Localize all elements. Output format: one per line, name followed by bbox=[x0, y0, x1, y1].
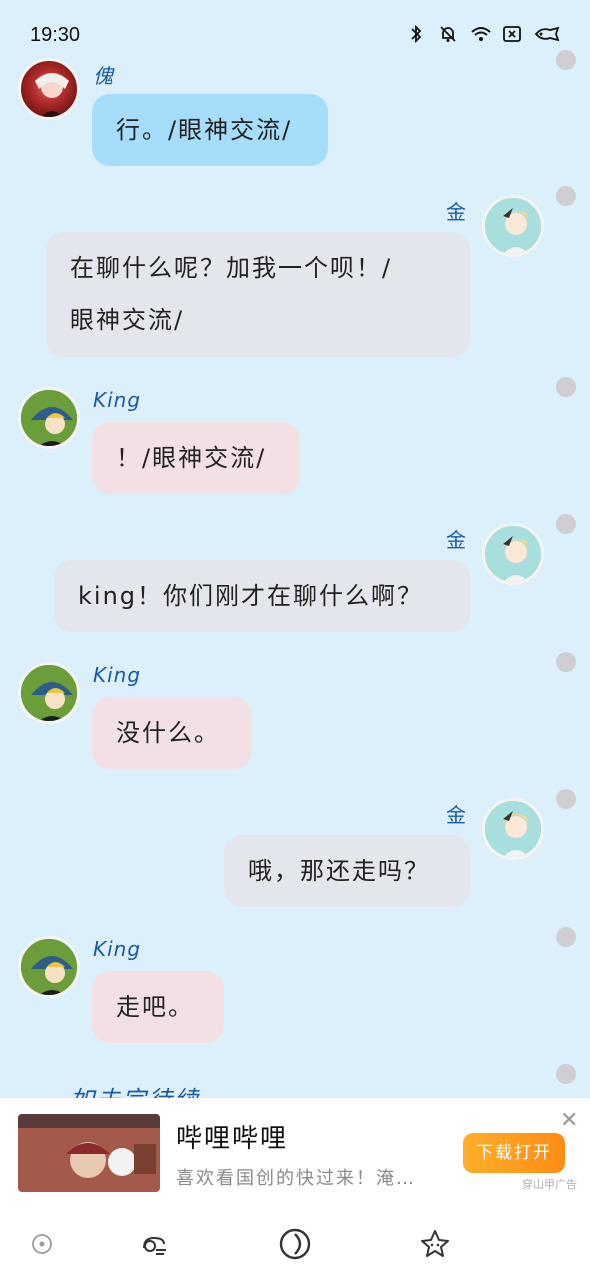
ad-tag: 穿山甲广告 bbox=[522, 1178, 577, 1191]
avatar[interactable] bbox=[482, 798, 544, 860]
side-dot[interactable] bbox=[556, 789, 576, 809]
message-bubble[interactable]: 在聊什么呢？加我一个呗！/ 眼神交流/ bbox=[46, 232, 470, 357]
side-dot[interactable] bbox=[556, 652, 576, 672]
ad-subtitle: 喜欢看国创的快过来！淹… bbox=[176, 1168, 416, 1189]
side-dot[interactable] bbox=[556, 377, 576, 397]
message-bubble[interactable]: 走吧。 bbox=[92, 971, 224, 1043]
message-bubble[interactable]: ！/眼神交流/ bbox=[92, 422, 300, 494]
avatar[interactable] bbox=[18, 387, 80, 449]
message-bubble[interactable]: king！你们刚才在聊什么啊？ bbox=[54, 560, 470, 632]
discover-icon[interactable] bbox=[277, 1226, 313, 1262]
side-dot[interactable] bbox=[556, 1064, 576, 1084]
sender-name: 金 bbox=[446, 803, 467, 827]
download-open-button[interactable]: 下载打开 bbox=[463, 1133, 565, 1173]
avatar[interactable] bbox=[18, 58, 80, 120]
home-dot-icon[interactable] bbox=[24, 1226, 60, 1262]
ad-thumbnail[interactable] bbox=[18, 1114, 160, 1192]
wifi-icon bbox=[470, 24, 491, 44]
chat-icon[interactable] bbox=[136, 1226, 172, 1262]
message-bubble[interactable]: 没什么。 bbox=[92, 697, 252, 769]
avatar[interactable] bbox=[18, 936, 80, 998]
sender-name: King bbox=[93, 937, 142, 961]
message-bubble[interactable]: 哦，那还走吗？ bbox=[224, 835, 470, 907]
side-dot[interactable] bbox=[556, 514, 576, 534]
sender-name: 金 bbox=[446, 528, 467, 552]
message-line: 眼神交流/ bbox=[70, 306, 185, 334]
star-icon[interactable] bbox=[417, 1226, 453, 1262]
partial-text: 如未完待续 bbox=[70, 1086, 200, 1100]
avatar[interactable] bbox=[482, 195, 544, 257]
status-bar: 19:30 bbox=[0, 0, 590, 64]
status-time: 19:30 bbox=[30, 24, 81, 46]
sender-name: King bbox=[93, 388, 142, 412]
sender-name: King bbox=[93, 663, 142, 687]
sender-name: 金 bbox=[446, 200, 467, 224]
side-dot[interactable] bbox=[556, 186, 576, 206]
status-icons bbox=[406, 24, 560, 44]
side-dot[interactable] bbox=[556, 50, 576, 70]
avatar[interactable] bbox=[18, 662, 80, 724]
avatar[interactable] bbox=[482, 523, 544, 585]
sender-name: 傀 bbox=[93, 64, 114, 88]
bluetooth-icon bbox=[406, 24, 426, 44]
close-icon[interactable]: ✕ bbox=[560, 1108, 578, 1133]
battery-icon bbox=[534, 24, 560, 44]
message-line: 在聊什么呢？加我一个呗！/ bbox=[70, 254, 393, 282]
side-dot[interactable] bbox=[556, 927, 576, 947]
bottom-nav bbox=[0, 1208, 590, 1280]
ad-title: 哔哩哔哩 bbox=[176, 1124, 289, 1154]
message-bubble[interactable]: 行。/眼神交流/ bbox=[92, 94, 328, 166]
ad-banner[interactable]: 哔哩哔哩 喜欢看国创的快过来！淹… 下载打开 ✕ 穿山甲广告 bbox=[0, 1098, 590, 1208]
close-box-icon bbox=[502, 24, 522, 44]
bell-muted-icon bbox=[438, 24, 458, 44]
